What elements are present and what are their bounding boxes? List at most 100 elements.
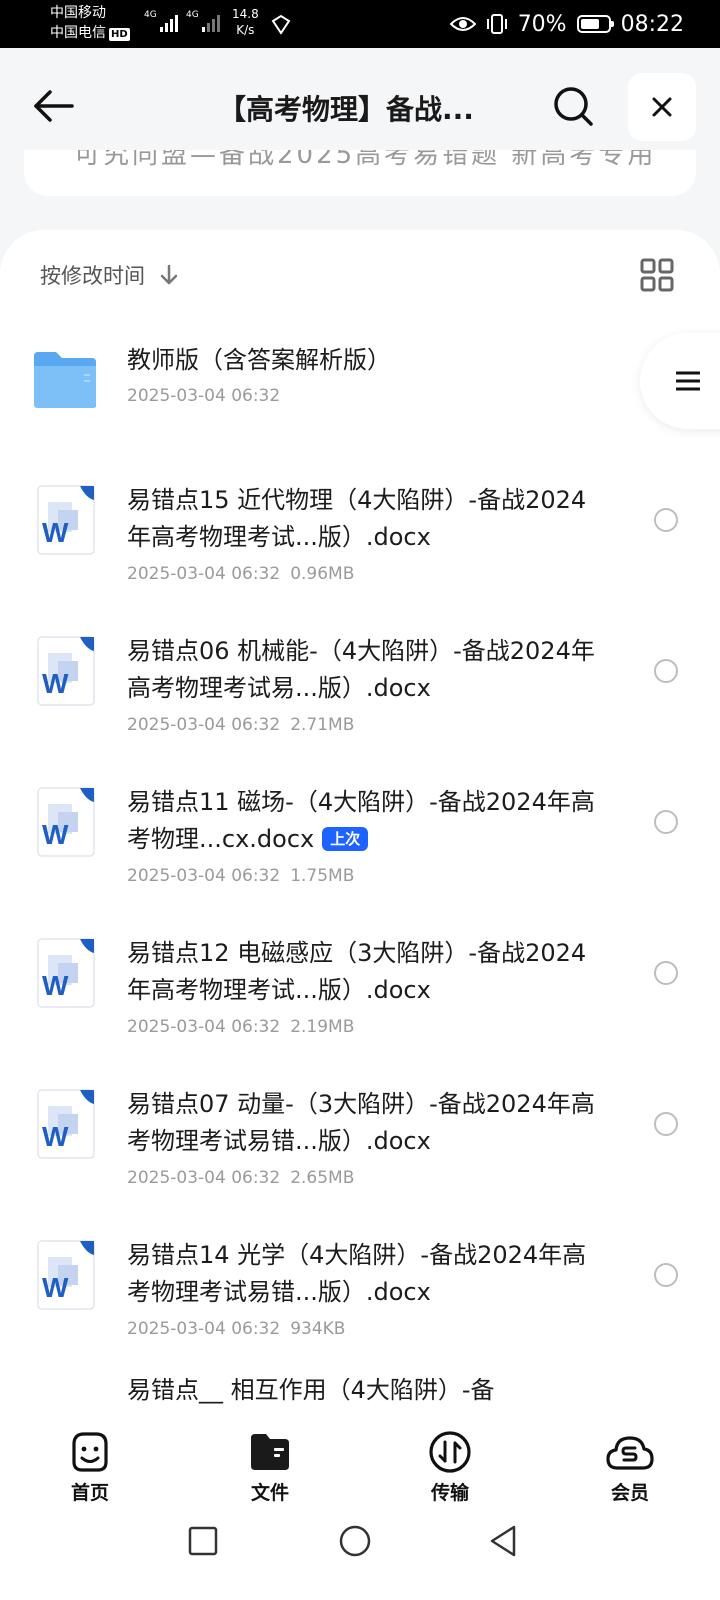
signal-bars-1-icon [160,12,178,32]
svg-text:W: W [42,1121,69,1152]
file-item[interactable]: W 易错点11 磁场-（4大陷阱）-备战2024年高考物理...cx.docx 上次… [0,784,720,934]
vibrate-icon [486,14,507,34]
clock: 08:22 [620,11,684,37]
word-doc-icon: W [37,636,95,706]
file-date: 2025-03-04 06:32 [127,564,281,584]
close-button[interactable] [628,73,696,141]
tab-vip[interactable]: 会员 [540,1410,720,1510]
carrier-2: 中国电信 [50,25,106,41]
network-type-1: 4G [144,10,157,20]
select-radio[interactable] [654,1112,678,1136]
file-item[interactable]: W 易错点12 电磁感应（3大陷阱）-备战2024年高考物理考试...版）.doc… [0,935,720,1085]
home-circle-icon[interactable] [338,1524,372,1558]
file-date: 2025-03-04 06:32 [127,1168,281,1188]
signal-bars-2-icon [202,12,220,32]
menu-icon [676,371,700,391]
network-type-2: 4G [186,10,199,20]
nfc-icon [271,14,291,35]
file-name: 易错点06 机械能-（4大陷阱）-备战2024年高考物理考试易...版）.doc… [127,637,595,702]
file-size: 2.71MB [290,715,355,735]
select-radio[interactable] [654,508,678,532]
battery-percent: 70% [517,11,567,37]
file-date: 2025-03-04 06:32 [127,1017,281,1037]
svg-text:W: W [42,1272,69,1303]
system-nav-bar [0,1510,720,1600]
file-item[interactable]: W 易错点15 近代物理（4大陷阱）-备战2024年高考物理考试...版）.doc… [0,482,720,632]
scrolled-card-text: 可究同盟—备战2025高考易错题 新高考专用 [74,150,657,170]
file-item[interactable]: W 易错点06 机械能-（4大陷阱）-备战2024年高考物理考试易...版）.do… [0,633,720,783]
select-radio[interactable] [654,810,678,834]
battery-icon [576,15,614,33]
file-date: 2025-03-04 06:32 [127,866,281,886]
grid-view-icon[interactable] [640,258,674,292]
tab-vip-label: 会员 [610,1482,649,1504]
file-size: 1.75MB [290,866,355,886]
file-name: 易错点14 光学（4大陷阱）-备战2024年高考物理考试易错...版）.docx [127,1241,587,1306]
bottom-nav: 首页 文件 传输 会员 [0,1410,720,1510]
sort-label: 按修改时间 [40,264,145,288]
folder-icon [34,352,96,408]
back-arrow-icon[interactable] [30,82,78,130]
file-meta: 2025-03-04 06:32 2.71MB [127,715,354,735]
select-radio[interactable] [654,1263,678,1287]
svg-text:W: W [42,970,69,1001]
file-meta: 2025-03-04 06:32 2.19MB [127,1017,354,1037]
word-doc-icon: W [37,938,95,1008]
file-date: 2025-03-04 06:32 [127,1319,281,1339]
last-opened-badge: 上次 [322,827,369,851]
eye-icon [449,17,476,31]
list-item-partial[interactable]: 易错点__ 相互作用（4大陷阱）-备 [0,1378,720,1410]
folder-item[interactable]: 教师版（含答案解析版） 2025-03-04 06:32 [0,342,720,492]
svg-text:W: W [42,517,69,548]
search-icon[interactable] [551,84,597,130]
tab-transfer-label: 传输 [430,1482,469,1504]
tab-files[interactable]: 文件 [180,1410,360,1510]
select-radio[interactable] [654,659,678,683]
scrolled-card[interactable]: 可究同盟—备战2025高考易错题 新高考专用 [24,150,696,196]
file-name: 易错点15 近代物理（4大陷阱）-备战2024年高考物理考试...版）.docx [127,486,587,551]
transfer-icon [429,1431,471,1473]
file-meta: 2025-03-04 06:32 934KB [127,1319,345,1339]
files-folder-icon [251,1434,289,1470]
smile-face-icon [72,1432,108,1472]
file-size: 2.65MB [290,1168,355,1188]
status-bar: 中国移动 中国电信 HD 4G 4G 14.8 K/s 70% 08:22 [0,0,720,48]
svg-text:W: W [42,819,69,850]
back-triangle-icon[interactable] [488,1524,518,1558]
file-list-panel: 按修改时间 教师版（含答案解析版） 2025-03-04 06:32 W 易错点1… [0,230,720,1410]
hd-badge: HD [109,28,130,41]
tab-home-label: 首页 [70,1482,109,1504]
folder-name: 教师版（含答案解析版） [127,346,391,374]
word-doc-icon: W [37,1089,95,1159]
status-right: 70% 08:22 [449,0,684,48]
tab-transfer[interactable]: 传输 [360,1410,540,1510]
file-item[interactable]: W 易错点14 光学（4大陷阱）-备战2024年高考物理考试易错...版）.doc… [0,1237,720,1387]
file-meta: 2025-03-04 06:32 1.75MB [127,866,354,886]
page-title: 【高考物理】备战... [218,93,474,126]
vip-cloud-icon [606,1436,654,1470]
file-item[interactable]: W 易错点07 动量-（3大陷阱）-备战2024年高考物理考试易错...版）.do… [0,1086,720,1236]
folder-date: 2025-03-04 06:32 [127,386,281,406]
sort-control[interactable]: 按修改时间 [40,260,179,290]
svg-text:W: W [42,668,69,699]
network-speed: 14.8 K/s [232,7,259,37]
tab-home[interactable]: 首页 [0,1410,180,1510]
file-meta: 2025-03-04 06:32 2.65MB [127,1168,354,1188]
file-size: 934KB [290,1319,346,1339]
tab-files-label: 文件 [250,1482,289,1504]
file-size: 2.19MB [290,1017,355,1037]
file-date: 2025-03-04 06:32 [127,715,281,735]
file-size: 0.96MB [290,564,355,584]
word-doc-icon: W [37,485,95,555]
carrier-1: 中国移动 [50,5,106,21]
word-doc-icon: W [37,1240,95,1310]
arrow-down-icon [160,264,178,285]
file-meta: 2025-03-04 06:32 0.96MB [127,564,354,584]
recent-apps-icon[interactable] [188,1526,218,1556]
carrier-info: 中国移动 中国电信 HD [50,3,130,43]
partial-file-name: 易错点__ 相互作用（4大陷阱）-备 [127,1378,495,1404]
select-radio[interactable] [654,961,678,985]
file-name: 易错点07 动量-（3大陷阱）-备战2024年高考物理考试易错...版）.doc… [127,1090,595,1155]
file-name: 易错点12 电磁感应（3大陷阱）-备战2024年高考物理考试...版）.docx [127,939,587,1004]
file-name: 易错点11 磁场-（4大陷阱）-备战2024年高考物理...cx.docx 上次 [127,788,595,853]
